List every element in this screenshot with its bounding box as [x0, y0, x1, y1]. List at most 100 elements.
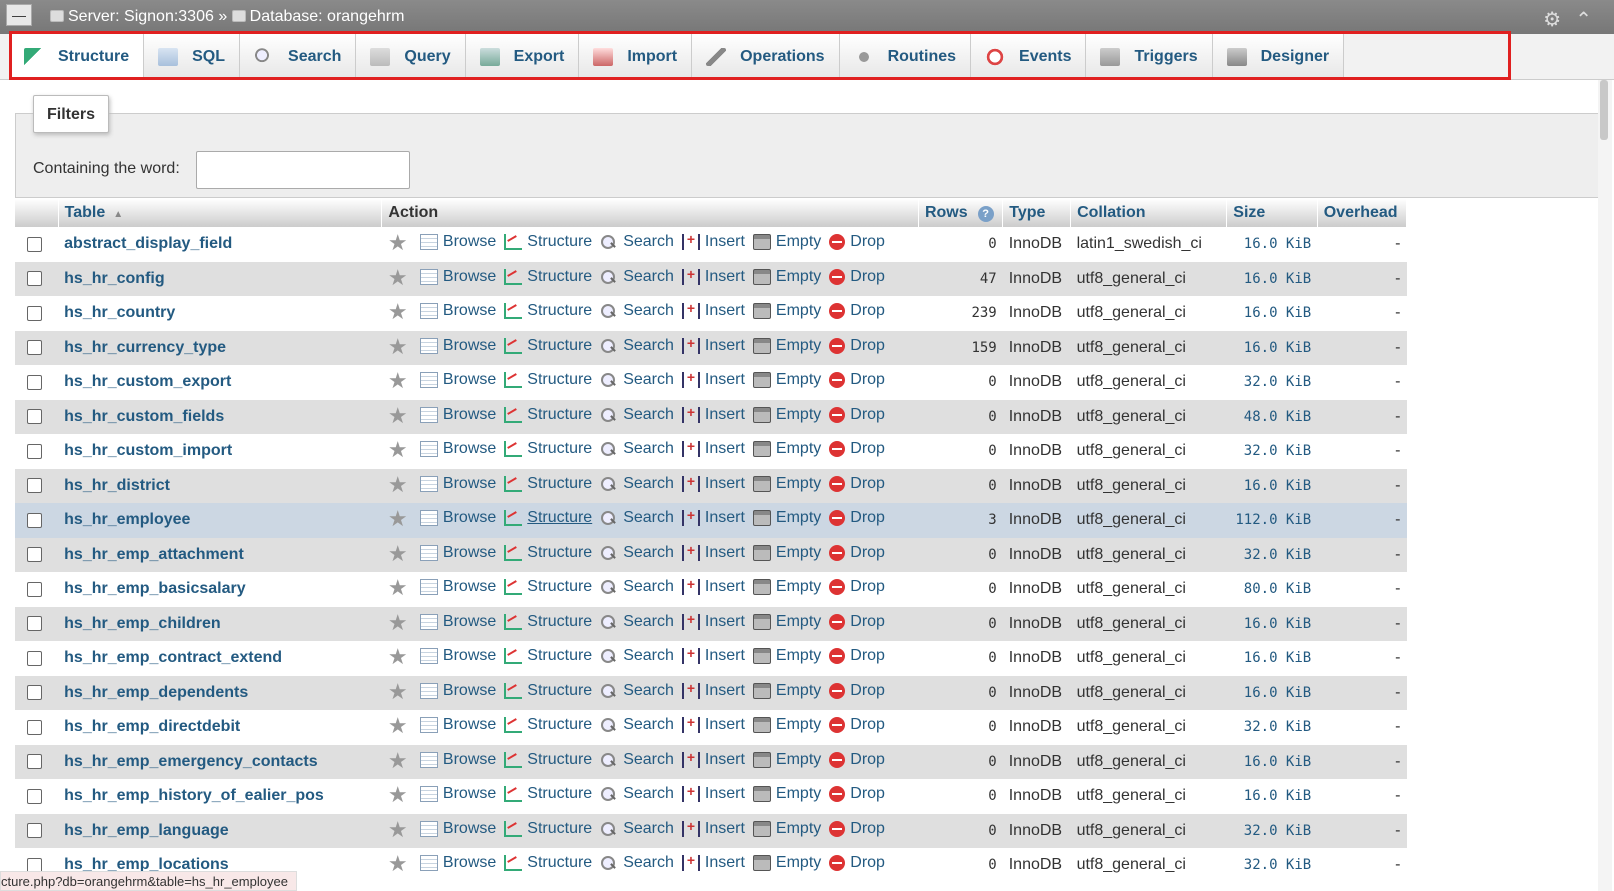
action-browse[interactable]: Browse	[419, 613, 496, 631]
row-checkbox[interactable]	[27, 374, 42, 390]
row-checkbox[interactable]	[27, 443, 42, 459]
action-search[interactable]: Search	[600, 647, 674, 665]
action-insert[interactable]: Insert	[681, 438, 745, 458]
action-drop[interactable]: Drop	[829, 406, 885, 424]
table-name-link[interactable]: hs_hr_config	[64, 270, 164, 287]
action-search[interactable]: Search	[600, 682, 674, 700]
action-structure[interactable]: Structure	[504, 613, 592, 631]
action-search[interactable]: Search	[600, 233, 674, 251]
action-structure[interactable]: Structure	[504, 440, 592, 458]
action-browse[interactable]: Browse	[419, 854, 496, 872]
row-checkbox[interactable]	[27, 823, 42, 839]
action-empty[interactable]: Empty	[752, 440, 821, 458]
action-insert[interactable]: Insert	[681, 852, 745, 872]
action-search[interactable]: Search	[600, 440, 674, 458]
action-empty[interactable]: Empty	[752, 268, 821, 286]
tab-structure[interactable]: Structure	[10, 34, 145, 80]
breadcrumb-server[interactable]: Server: Signon:3306 »	[68, 8, 227, 25]
action-structure[interactable]: Structure	[504, 475, 592, 493]
action-search[interactable]: Search	[600, 820, 674, 838]
action-empty[interactable]: Empty	[752, 371, 821, 389]
action-drop[interactable]: Drop	[829, 854, 885, 872]
action-structure[interactable]: Structure	[504, 544, 592, 562]
cell-size[interactable]: 32.0 KiB	[1226, 813, 1318, 848]
action-browse[interactable]: Browse	[419, 337, 496, 355]
action-structure[interactable]: Structure	[504, 509, 592, 527]
favorite-star-icon[interactable]: ★	[388, 542, 410, 564]
action-insert[interactable]: Insert	[681, 335, 745, 355]
action-insert[interactable]: Insert	[681, 818, 745, 838]
favorite-star-icon[interactable]: ★	[388, 784, 410, 806]
tab-search[interactable]: Search	[240, 34, 357, 80]
action-drop[interactable]: Drop	[829, 544, 885, 562]
row-checkbox[interactable]	[27, 754, 42, 770]
cell-size[interactable]: 16.0 KiB	[1226, 468, 1318, 503]
action-insert[interactable]: Insert	[681, 680, 745, 700]
action-insert[interactable]: Insert	[681, 266, 745, 286]
favorite-star-icon[interactable]: ★	[388, 818, 410, 840]
action-search[interactable]: Search	[600, 544, 674, 562]
action-drop[interactable]: Drop	[829, 613, 885, 631]
table-name-link[interactable]: abstract_display_field	[64, 235, 232, 252]
action-browse[interactable]: Browse	[419, 785, 496, 803]
row-checkbox[interactable]	[27, 685, 42, 701]
action-empty[interactable]: Empty	[752, 854, 821, 872]
table-name-link[interactable]: hs_hr_custom_import	[64, 442, 232, 459]
action-browse[interactable]: Browse	[419, 268, 496, 286]
action-browse[interactable]: Browse	[419, 578, 496, 596]
row-checkbox[interactable]	[27, 581, 42, 597]
cell-size[interactable]: 112.0 KiB	[1226, 503, 1318, 538]
action-insert[interactable]: Insert	[681, 714, 745, 734]
tab-export[interactable]: Export	[465, 34, 580, 80]
favorite-star-icon[interactable]: ★	[388, 508, 410, 530]
table-name-link[interactable]: hs_hr_custom_export	[64, 373, 231, 390]
action-browse[interactable]: Browse	[419, 716, 496, 734]
action-drop[interactable]: Drop	[829, 371, 885, 389]
row-checkbox[interactable]	[27, 340, 42, 356]
header-size[interactable]: Size	[1226, 199, 1318, 227]
action-structure[interactable]: Structure	[504, 751, 592, 769]
action-empty[interactable]: Empty	[752, 578, 821, 596]
action-search[interactable]: Search	[600, 268, 674, 286]
action-insert[interactable]: Insert	[681, 231, 745, 251]
row-checkbox[interactable]	[27, 236, 42, 252]
action-structure[interactable]: Structure	[504, 233, 592, 251]
collapse-top-icon[interactable]: ⌃	[1575, 9, 1606, 31]
header-overhead[interactable]: Overhead	[1317, 199, 1408, 227]
row-checkbox[interactable]	[27, 788, 42, 804]
action-empty[interactable]: Empty	[752, 233, 821, 251]
tab-events[interactable]: Events	[971, 34, 1087, 80]
favorite-star-icon[interactable]: ★	[388, 335, 410, 357]
breadcrumb-database[interactable]: Database: orangehrm	[250, 8, 405, 25]
action-insert[interactable]: Insert	[681, 783, 745, 803]
action-empty[interactable]: Empty	[752, 302, 821, 320]
cell-size[interactable]: 16.0 KiB	[1226, 227, 1318, 262]
favorite-star-icon[interactable]: ★	[388, 680, 410, 702]
cell-size[interactable]: 16.0 KiB	[1226, 606, 1318, 641]
action-search[interactable]: Search	[600, 337, 674, 355]
action-structure[interactable]: Structure	[504, 268, 592, 286]
action-insert[interactable]: Insert	[681, 749, 745, 769]
action-browse[interactable]: Browse	[419, 544, 496, 562]
action-empty[interactable]: Empty	[752, 751, 821, 769]
action-structure[interactable]: Structure	[504, 647, 592, 665]
filters-legend[interactable]: Filters	[33, 95, 110, 133]
row-checkbox[interactable]	[27, 547, 42, 563]
action-insert[interactable]: Insert	[681, 576, 745, 596]
table-name-link[interactable]: hs_hr_emp_dependents	[64, 684, 248, 701]
cell-size[interactable]: 16.0 KiB	[1226, 675, 1318, 710]
cell-size[interactable]: 32.0 KiB	[1226, 434, 1318, 469]
row-checkbox[interactable]	[27, 305, 42, 321]
action-drop[interactable]: Drop	[829, 578, 885, 596]
action-structure[interactable]: Structure	[504, 302, 592, 320]
action-insert[interactable]: Insert	[681, 542, 745, 562]
favorite-star-icon[interactable]: ★	[388, 232, 410, 254]
action-structure[interactable]: Structure	[504, 716, 592, 734]
favorite-star-icon[interactable]: ★	[388, 473, 410, 495]
row-checkbox[interactable]	[27, 512, 42, 528]
favorite-star-icon[interactable]: ★	[388, 577, 410, 599]
action-structure[interactable]: Structure	[504, 371, 592, 389]
action-drop[interactable]: Drop	[829, 475, 885, 493]
cell-size[interactable]: 16.0 KiB	[1226, 641, 1318, 676]
tab-triggers[interactable]: Triggers	[1086, 34, 1213, 80]
